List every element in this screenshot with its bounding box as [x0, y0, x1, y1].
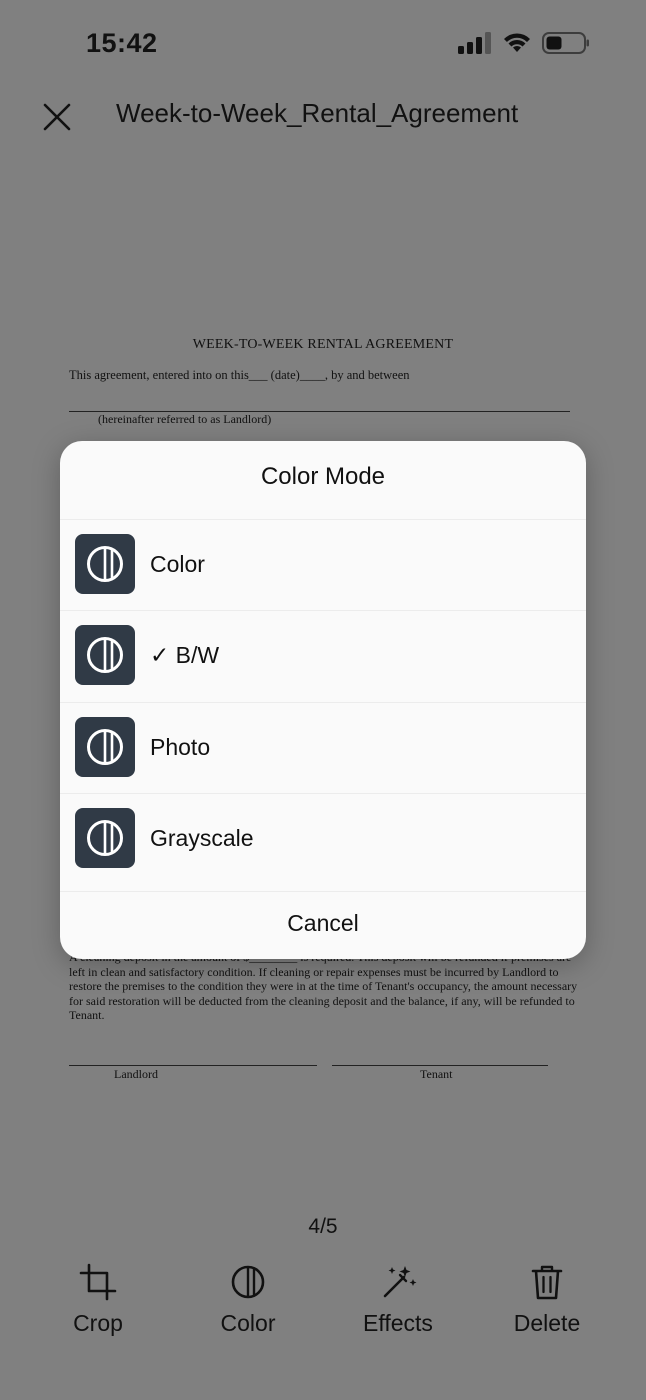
color-mode-sheet: Color Mode Color ✓ B/W Photo Grayscale C… [60, 441, 586, 959]
tenant-signature-line [332, 1065, 548, 1066]
cellular-signal-icon [458, 32, 491, 54]
crop-button[interactable]: Crop [38, 1262, 158, 1337]
effects-button[interactable]: Effects [338, 1262, 458, 1337]
status-bar: 15:42 [0, 0, 646, 90]
magic-wand-icon [383, 1266, 417, 1298]
option-bw[interactable]: ✓ B/W [60, 610, 586, 701]
contrast-icon [75, 534, 135, 594]
landlord-reference-text: (hereinafter referred to as Landlord) [98, 412, 272, 426]
bottom-toolbar: Crop Color Effects Delete [0, 1262, 646, 1342]
effects-label: Effects [363, 1310, 433, 1336]
cleaning-deposit-paragraph: A cleaning deposit in the amount of $___… [69, 950, 578, 1023]
option-label: Photo [150, 734, 211, 760]
battery-icon [542, 32, 589, 54]
color-button[interactable]: Color [188, 1262, 308, 1337]
crop-label: Crop [73, 1310, 123, 1336]
option-label: ✓ B/W [150, 642, 220, 668]
crop-icon [79, 1263, 117, 1301]
contrast-icon [75, 717, 135, 777]
page-indicator: 4/5 [308, 1215, 338, 1238]
trash-icon [531, 1265, 563, 1300]
document-intro-line: This agreement, entered into on this___ … [69, 368, 410, 382]
contrast-icon [75, 808, 135, 868]
delete-label: Delete [513, 1310, 581, 1336]
tenant-signature-label: Tenant [420, 1067, 453, 1081]
status-time: 15:42 [86, 28, 158, 58]
option-grayscale[interactable]: Grayscale [60, 793, 586, 884]
option-color[interactable]: Color [60, 519, 586, 610]
document-heading: WEEK-TO-WEEK RENTAL AGREEMENT [192, 337, 454, 352]
option-label: Grayscale [150, 825, 254, 851]
color-label: Color [220, 1310, 276, 1336]
wifi-icon [504, 33, 530, 52]
landlord-signature-line [69, 1065, 317, 1066]
contrast-icon [75, 625, 135, 685]
option-photo[interactable]: Photo [60, 702, 586, 793]
document-title: Week-to-Week_Rental_Agreement [116, 98, 519, 128]
option-label: Color [150, 551, 205, 577]
landlord-signature-label: Landlord [114, 1067, 158, 1081]
cancel-button[interactable]: Cancel [60, 891, 586, 951]
delete-button[interactable]: Delete [487, 1262, 607, 1337]
close-icon[interactable] [40, 100, 74, 134]
sheet-title: Color Mode [260, 463, 386, 490]
contrast-icon [231, 1265, 265, 1299]
